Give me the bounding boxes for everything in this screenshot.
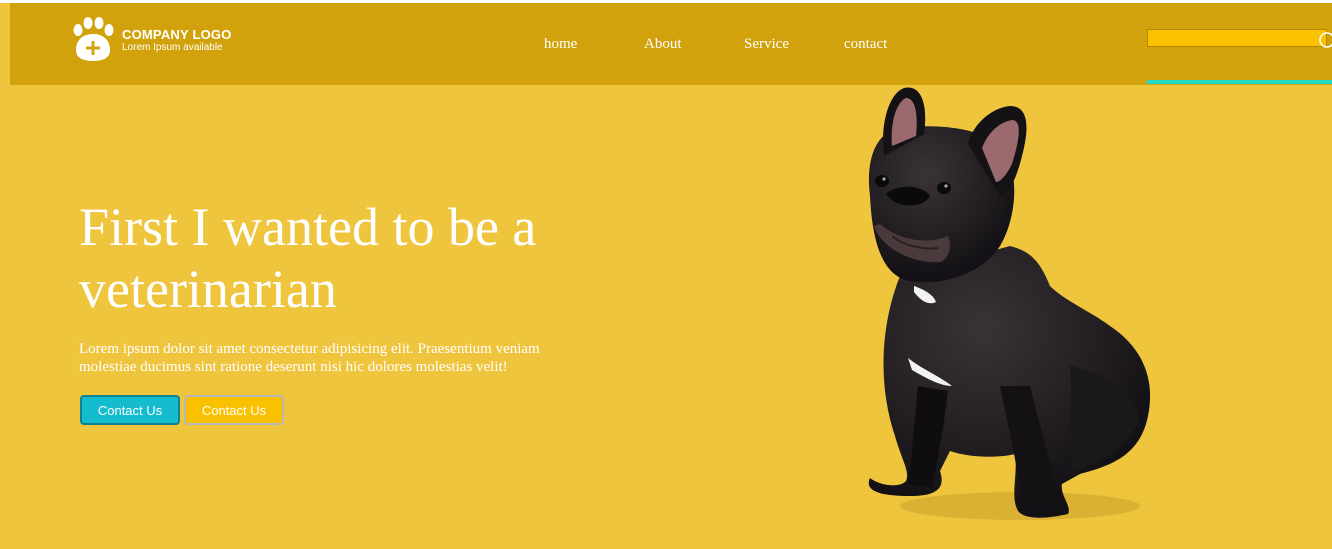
- nav-link-contact[interactable]: contact: [844, 36, 887, 53]
- search-input[interactable]: [1148, 31, 1332, 47]
- contact-us-button-secondary[interactable]: Contact Us: [184, 395, 284, 425]
- header-accent-line: [1147, 80, 1332, 84]
- nav-link-home[interactable]: home: [544, 36, 577, 53]
- logo-title: COMPANY LOGO: [122, 26, 232, 42]
- site-header: COMPANY LOGO Lorem Ipsum available home …: [10, 3, 1332, 85]
- hero-title: First I wanted to be a veterinarian: [79, 197, 537, 319]
- search-box: [1147, 29, 1332, 47]
- paw-plus-icon: [73, 17, 114, 61]
- search-icon[interactable]: [1317, 30, 1332, 48]
- french-bulldog-image: [868, 87, 1151, 520]
- logo-subtitle: Lorem Ipsum available: [122, 41, 223, 53]
- company-logo[interactable]: COMPANY LOGO Lorem Ipsum available: [70, 17, 232, 63]
- hero-description: Lorem ipsum dolor sit amet consectetur a…: [79, 341, 540, 375]
- contact-us-button-primary[interactable]: Contact Us: [80, 395, 180, 425]
- nav-link-about[interactable]: About: [644, 36, 682, 53]
- nav-link-service[interactable]: Service: [744, 36, 789, 53]
